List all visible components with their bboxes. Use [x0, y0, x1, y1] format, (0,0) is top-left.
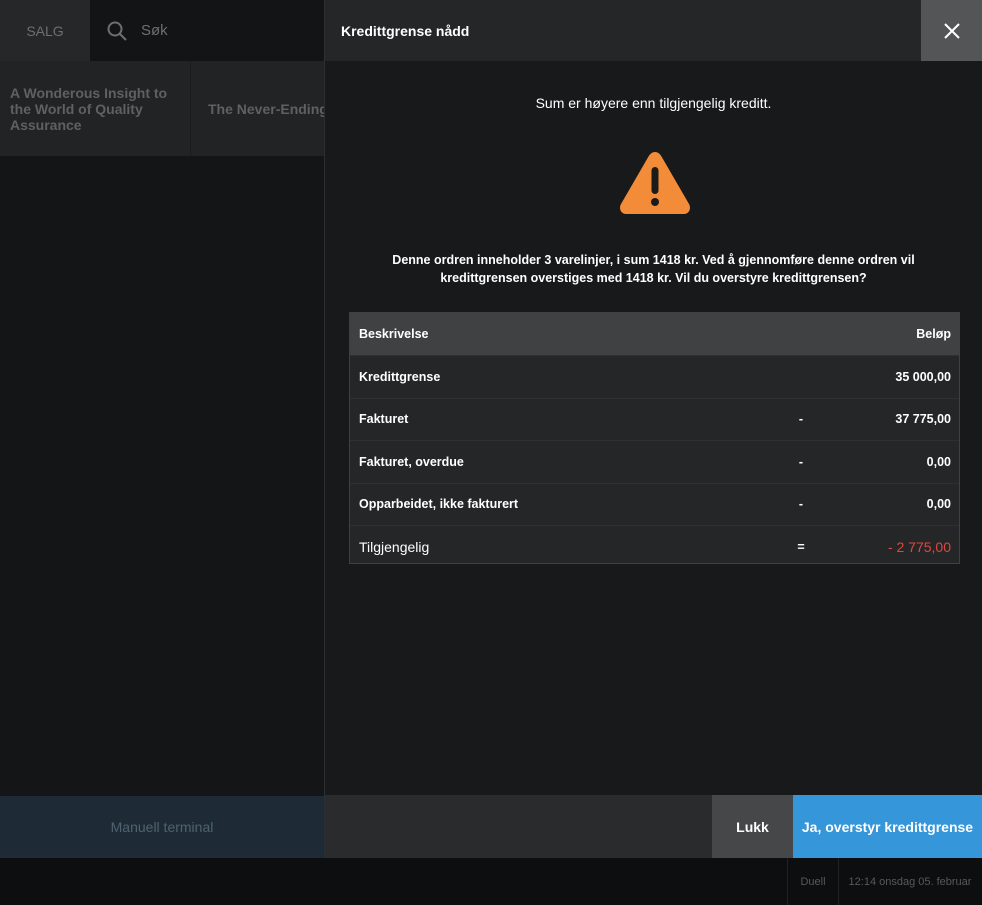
row-amount: 0,00 [926, 497, 951, 512]
table-total-row: Tilgjengelig = - 2 775,00 [350, 526, 959, 568]
tab-sales[interactable]: SALG [0, 0, 90, 61]
row-description: Opparbeidet, ikke fakturert [359, 497, 519, 512]
total-description: Tilgjengelig [359, 538, 430, 555]
status-time: 12:14 onsdag 05. februar [848, 875, 972, 888]
total-amount: - 2 775,00 [887, 538, 951, 555]
manual-terminal-button[interactable]: Manuell terminal [0, 796, 324, 858]
search-input[interactable]: Søk [141, 22, 168, 39]
dialog-footer: Lukk Ja, overstyr kredittgrense [325, 795, 982, 858]
override-credit-limit-button[interactable]: Ja, overstyr kredittgrense [793, 795, 982, 858]
row-amount: 37 775,00 [895, 412, 951, 427]
search-icon [107, 21, 127, 41]
close-button[interactable] [921, 0, 982, 61]
search-bar[interactable]: Søk [90, 0, 324, 61]
row-description: Kredittgrense [359, 369, 441, 384]
column-header-amount: Beløp [916, 327, 951, 341]
table-header: Beskrivelse Beløp [350, 313, 959, 356]
lukk-button[interactable]: Lukk [712, 795, 793, 858]
table-row: Fakturet, overdue - 0,00 [350, 441, 959, 484]
credit-table: Beskrivelse Beløp Kredittgrense 35 000,0… [349, 312, 960, 564]
product-grid: A Wonderous Insight to the World of Qual… [0, 61, 324, 156]
status-user: Duell [787, 858, 839, 905]
dialog-message: Denne ordren inneholder 3 varelinjer, i … [392, 253, 915, 285]
row-amount: 0,00 [926, 454, 951, 469]
table-row: Fakturet - 37 775,00 [350, 399, 959, 441]
row-description: Fakturet, overdue [359, 454, 464, 469]
close-icon [943, 22, 960, 39]
table-row: Opparbeidet, ikke fakturert - 0,00 [350, 484, 959, 526]
order-area [0, 156, 324, 796]
dialog-title: Kredittgrense nådd [341, 22, 470, 39]
row-description: Fakturet [359, 412, 409, 427]
dialog-headline: Sum er høyere enn tilgjengelig kreditt. [535, 95, 772, 111]
row-amount: 35 000,00 [895, 369, 951, 384]
table-row: Kredittgrense 35 000,00 [350, 356, 959, 399]
column-header-description: Beskrivelse [359, 327, 429, 341]
total-operator: = [797, 539, 805, 554]
row-operator: - [798, 454, 804, 469]
product-tile[interactable]: The Never-Ending [190, 61, 324, 156]
warning-triangle-icon [620, 152, 690, 214]
credit-limit-dialog: Kredittgrense nådd Sum er høyere enn til… [324, 0, 982, 858]
dialog-header: Kredittgrense nådd [325, 0, 922, 61]
product-tile[interactable]: A Wonderous Insight to the World of Qual… [0, 61, 189, 156]
row-operator: - [798, 412, 804, 427]
row-operator: - [798, 497, 804, 512]
